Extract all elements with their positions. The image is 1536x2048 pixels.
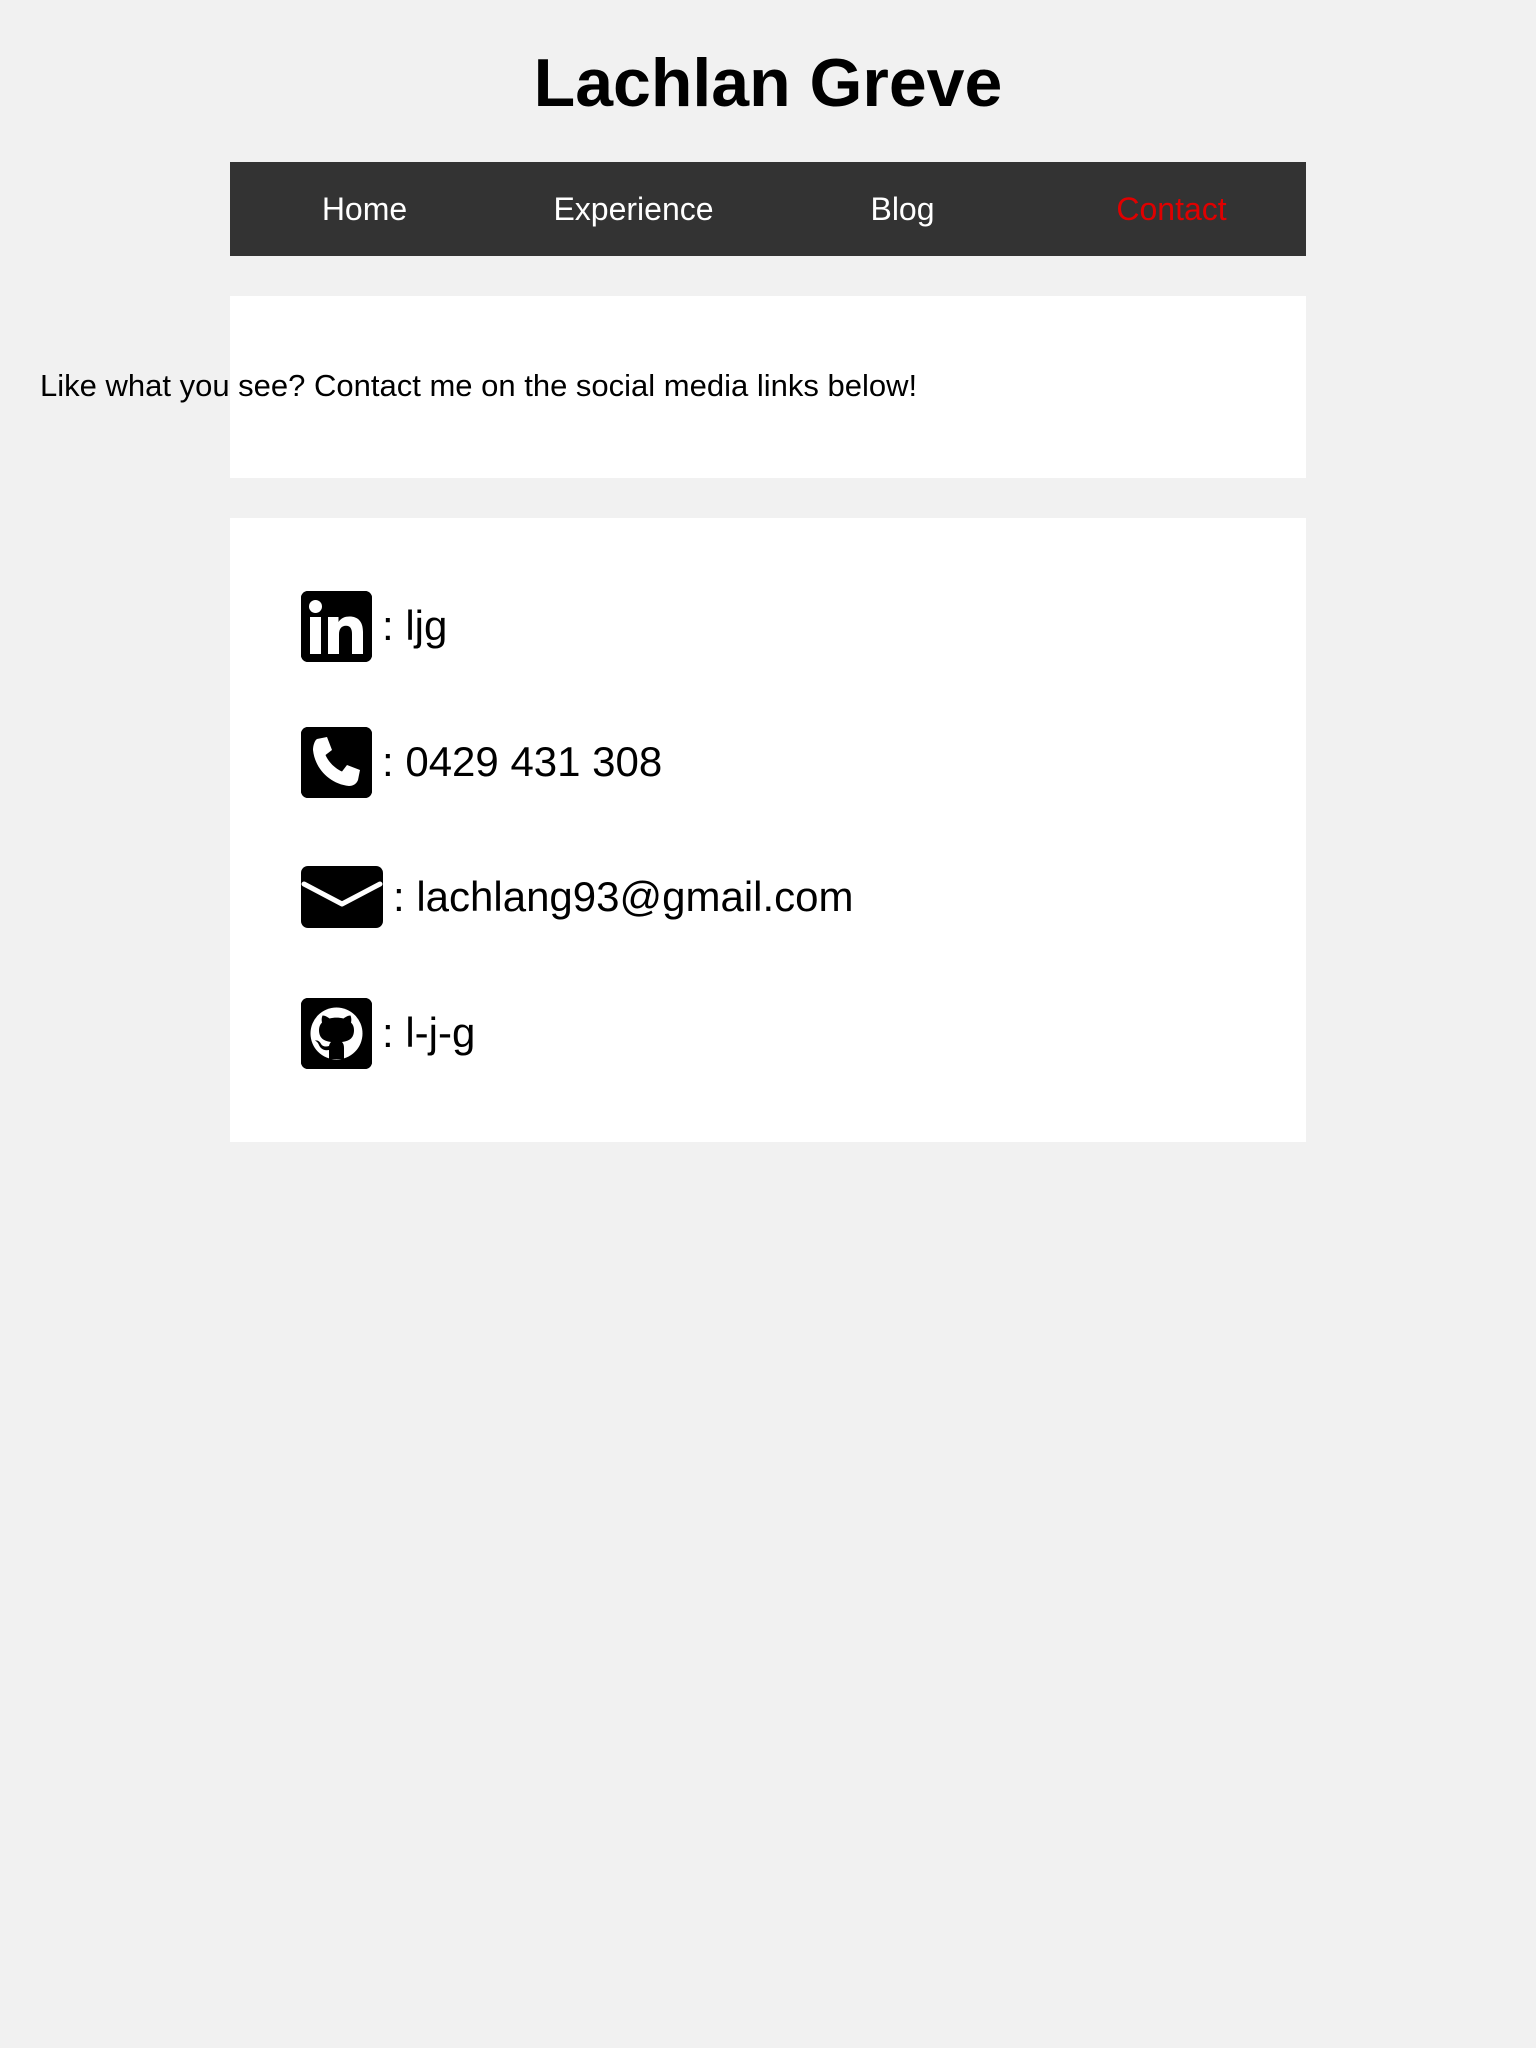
github-handle[interactable]: : l-j-g [382, 1008, 475, 1058]
linkedin-icon[interactable] [301, 590, 372, 662]
nav-experience[interactable]: Experience [499, 162, 768, 256]
phone-number[interactable]: : 0429 431 308 [382, 737, 662, 787]
main-nav: Home Experience Blog Contact [230, 162, 1306, 256]
contact-phone-row[interactable]: : 0429 431 308 [301, 726, 662, 798]
nav-blog[interactable]: Blog [768, 162, 1037, 256]
site-title: Lachlan Greve [533, 45, 1003, 121]
email-address[interactable]: : lachlang93@gmail.com [393, 872, 854, 922]
intro-text: Like what you see? Contact me on the soc… [40, 368, 918, 403]
linkedin-handle[interactable]: : ljg [382, 601, 447, 651]
contact-email-row[interactable]: : lachlang93@gmail.com [301, 861, 854, 933]
contact-linkedin-row[interactable]: : ljg [301, 590, 447, 662]
github-icon[interactable] [301, 997, 372, 1069]
contact-github-row[interactable]: : l-j-g [301, 997, 475, 1069]
nav-contact[interactable]: Contact [1037, 162, 1306, 256]
nav-home[interactable]: Home [230, 162, 499, 256]
envelope-icon[interactable] [301, 866, 383, 928]
phone-icon[interactable] [301, 726, 372, 798]
